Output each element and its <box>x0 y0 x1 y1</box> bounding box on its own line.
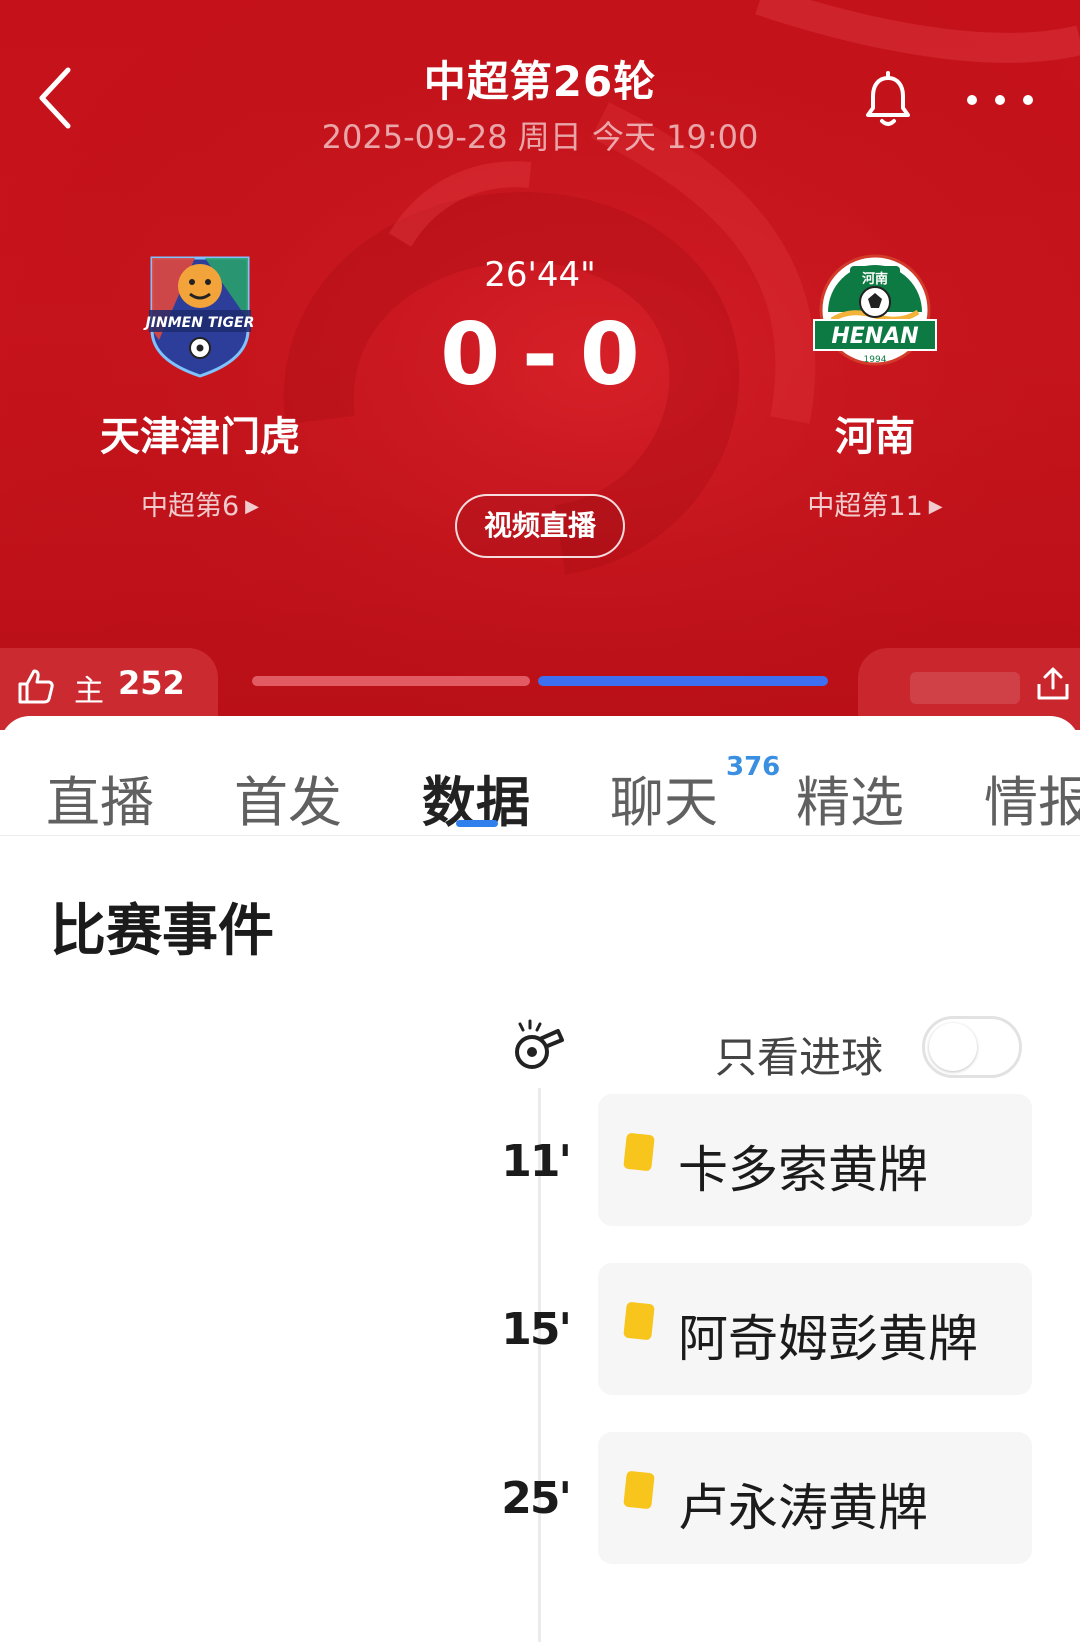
home-support-count: 252 <box>118 664 185 702</box>
match-round-title: 中超第26轮 <box>423 57 657 106</box>
away-rank-label: 中超第11 <box>807 491 923 522</box>
tab-intel[interactable]: 情报 <box>984 758 1080 837</box>
yellow-card-icon <box>623 1133 655 1171</box>
bell-icon[interactable] <box>860 70 916 130</box>
match-datetime: 2025-09-28 周日 今天 19:00 <box>321 118 759 156</box>
away-logo-small: 河南 <box>862 271 888 287</box>
home-rank-label: 中超第6 <box>140 491 240 522</box>
away-team-rank[interactable]: 中超第11 ▶ <box>807 484 942 523</box>
event-text: 卡多索黄牌 <box>678 1141 928 1199</box>
home-support-bar <box>252 676 530 686</box>
toggle-knob <box>929 1023 977 1071</box>
goals-only-label: 只看进球 <box>715 1033 884 1082</box>
yellow-card-icon <box>623 1302 655 1340</box>
tab-bar: 直播 首发 数据 聊天 376 精选 情报 <box>0 716 1080 836</box>
event-card[interactable]: 阿奇姆彭黄牌 <box>598 1263 1032 1395</box>
event-text: 卢永涛黄牌 <box>678 1479 928 1537</box>
blurred-content <box>910 672 1020 704</box>
content-panel: 直播 首发 数据 聊天 376 精选 情报 比赛事件 只看进球 11' 卡多索黄… <box>0 716 1080 1642</box>
event-minute: 25' <box>501 1473 572 1524</box>
away-score: 0 <box>579 305 640 405</box>
goals-only-toggle[interactable] <box>922 1016 1022 1078</box>
event-text: 阿奇姆彭黄牌 <box>678 1310 978 1368</box>
away-logo-year: 1994 <box>864 355 887 365</box>
tab-live[interactable]: 直播 <box>46 758 154 837</box>
event-card[interactable]: 卡多索黄牌 <box>598 1094 1032 1226</box>
tab-highlights[interactable]: 精选 <box>796 758 904 837</box>
away-team-name: 河南 <box>835 414 915 460</box>
score-separator: - <box>522 305 558 405</box>
tab-lineup[interactable]: 首发 <box>234 758 342 837</box>
home-support-label: 主 <box>74 674 104 709</box>
video-live-button[interactable]: 视频直播 <box>455 494 625 558</box>
away-team-logo: 河南 HENAN 1994 <box>813 254 937 366</box>
home-team-rank[interactable]: 中超第6 ▶ <box>141 484 259 523</box>
away-support-bar <box>538 676 828 686</box>
home-score: 0 <box>440 305 501 405</box>
match-header: 中超第26轮 2025-09-28 周日 今天 19:00 JINMEN TIG… <box>0 0 1080 730</box>
match-events-title: 比赛事件 <box>50 899 274 964</box>
more-dots-icon[interactable] <box>960 80 1040 120</box>
active-tab-indicator <box>456 820 498 827</box>
tab-chat[interactable]: 聊天 <box>610 758 718 837</box>
thumbs-up-icon <box>18 669 54 704</box>
whistle-icon <box>515 1019 564 1069</box>
chat-count-badge: 376 <box>726 752 781 782</box>
yellow-card-icon <box>623 1471 655 1509</box>
caret-right-icon: ▶ <box>245 496 260 517</box>
home-team-name: 天津津门虎 <box>100 414 300 460</box>
caret-right-icon: ▶ <box>928 496 943 517</box>
event-minute: 11' <box>501 1136 572 1187</box>
away-team[interactable]: 河南 HENAN 1994 河南 中超第11 ▶ <box>745 250 1005 523</box>
share-icon[interactable] <box>1033 664 1073 704</box>
event-minute: 15' <box>501 1304 572 1355</box>
away-logo-text: HENAN <box>831 324 918 349</box>
event-card[interactable]: 卢永涛黄牌 <box>598 1432 1032 1564</box>
